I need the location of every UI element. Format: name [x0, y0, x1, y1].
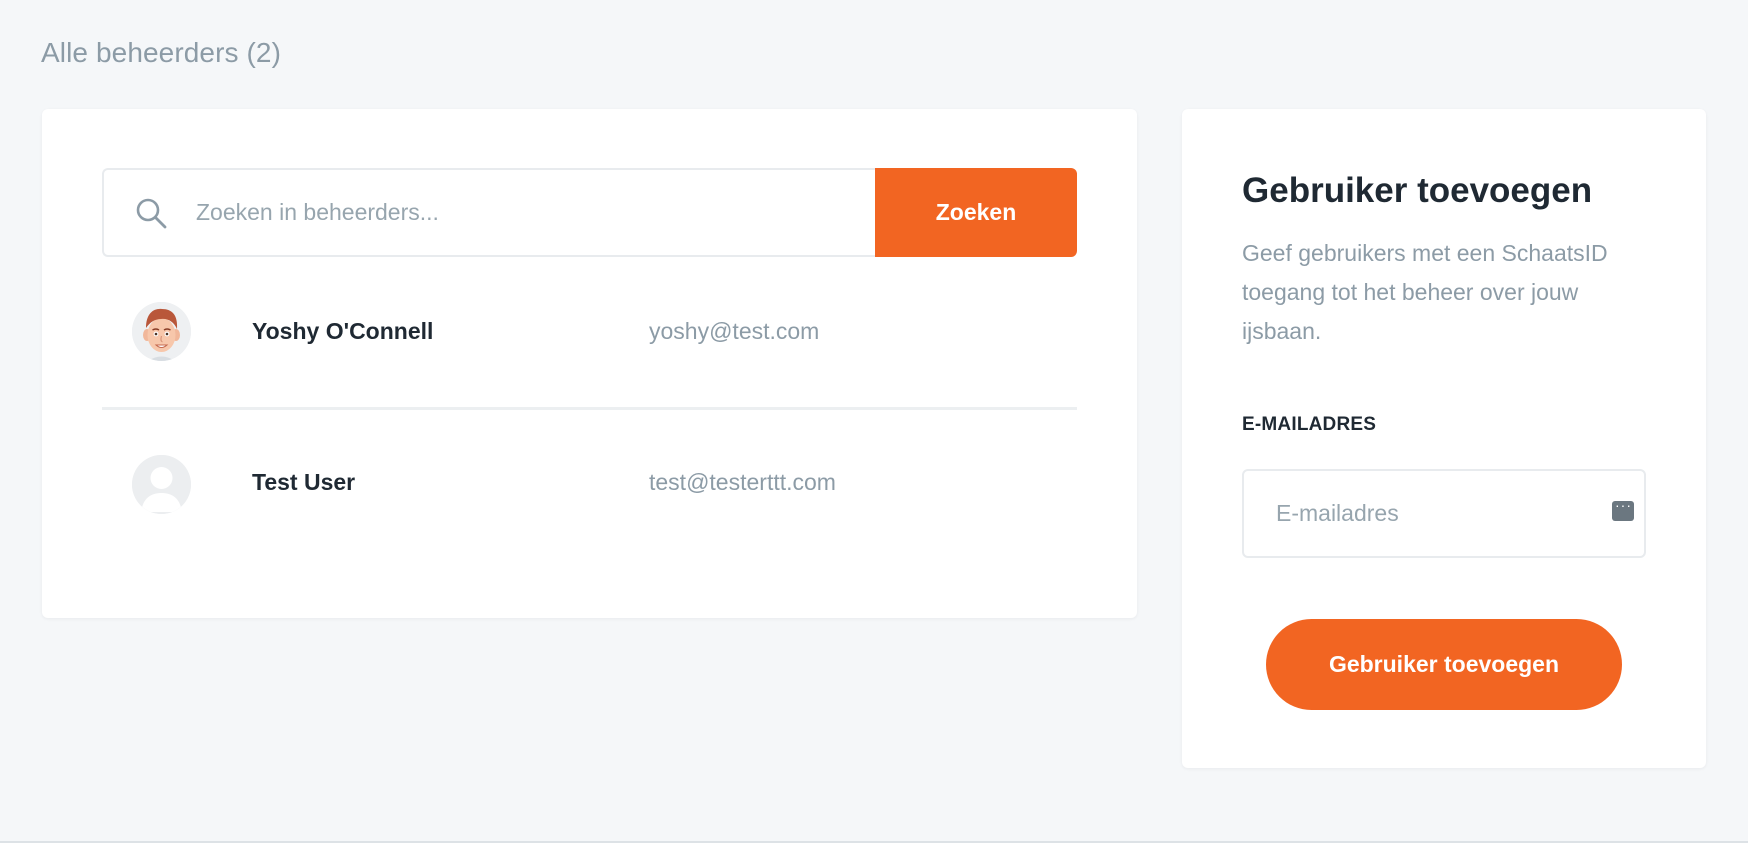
add-user-title: Gebruiker toevoegen — [1242, 171, 1593, 210]
memoji-avatar — [132, 302, 191, 361]
add-user-card: Gebruiker toevoegen Geef gebruikers met … — [1182, 109, 1706, 768]
add-user-description: Geef gebruikers met een SchaatsID toegan… — [1242, 240, 1608, 344]
default-user-avatar — [132, 455, 191, 514]
admin-list: Yoshy O'Connell yoshy@test.com Test User… — [102, 259, 1077, 560]
search-bar: Zoeken — [102, 168, 1077, 257]
search-button[interactable]: Zoeken — [875, 168, 1077, 257]
search-input[interactable] — [194, 198, 798, 227]
search-box[interactable] — [102, 168, 875, 257]
email-label: E-MAILADRES — [1242, 414, 1377, 435]
email-field[interactable] — [1242, 469, 1646, 558]
add-user-button[interactable]: Gebruiker toevoegen — [1266, 619, 1622, 710]
admin-name: Yoshy O'Connell — [252, 318, 434, 344]
search-icon — [136, 198, 167, 228]
admin-email: yoshy@test.com — [649, 318, 820, 344]
list-item[interactable]: Yoshy O'Connell yoshy@test.com — [102, 259, 1077, 410]
list-item[interactable]: Test User test@testerttt.com — [102, 410, 1077, 560]
page-title: Alle beheerders (2) — [41, 37, 282, 68]
email-input[interactable] — [1274, 499, 1578, 528]
autofill-icon[interactable] — [1612, 497, 1634, 521]
admin-list-card: Zoeken in beheerders... Zoeken Yoshy O'C… — [42, 109, 1137, 618]
admin-name: Test User — [252, 469, 356, 495]
admin-email: test@testerttt.com — [649, 469, 836, 495]
